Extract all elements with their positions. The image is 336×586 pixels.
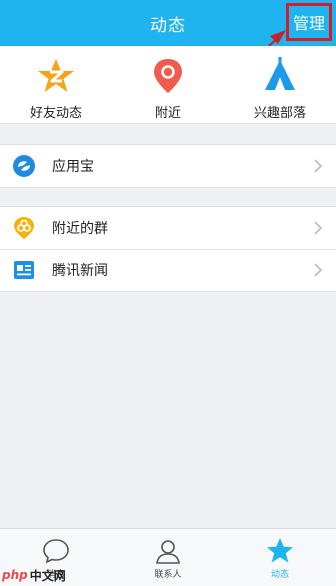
list-item-nearby-groups[interactable]: 附近的群 bbox=[0, 207, 336, 249]
manage-button-label: 管理 bbox=[292, 14, 325, 33]
app-store-icon bbox=[12, 154, 36, 178]
list-item-label: 应用宝 bbox=[52, 159, 94, 175]
tab-label: 联系人 bbox=[154, 570, 182, 580]
watermark-text: 中文网 bbox=[29, 568, 66, 583]
tab-feeds[interactable]: 动态 bbox=[224, 529, 336, 586]
qzone-star-icon bbox=[36, 56, 76, 96]
list-item-tencent-news[interactable]: 腾讯新闻 bbox=[0, 249, 336, 291]
quick-item-label: 兴趣部落 bbox=[253, 106, 306, 121]
watermark-brand: php bbox=[2, 568, 28, 582]
chevron-right-icon bbox=[314, 159, 323, 173]
nearby-group-icon bbox=[12, 216, 36, 240]
contacts-icon bbox=[153, 536, 183, 566]
location-pin-icon bbox=[148, 56, 188, 96]
watermark: php 中文网 bbox=[2, 566, 66, 584]
quick-item-tribe[interactable]: 兴趣部落 bbox=[224, 46, 336, 123]
quick-item-friend-feeds[interactable]: 好友动态 bbox=[0, 46, 112, 123]
news-icon bbox=[12, 258, 36, 282]
chevron-right-icon bbox=[314, 221, 323, 235]
quick-item-label: 好友动态 bbox=[29, 106, 82, 121]
list-group-apps: 应用宝 bbox=[0, 144, 336, 188]
tab-label: 动态 bbox=[270, 570, 289, 580]
quick-entry-row: 好友动态 附近 兴趣部落 bbox=[0, 46, 336, 124]
manage-button[interactable]: 管理 bbox=[286, 3, 332, 41]
list-item-label: 腾讯新闻 bbox=[52, 263, 108, 279]
star-icon bbox=[265, 536, 295, 566]
chat-bubble-icon bbox=[41, 536, 71, 566]
tribe-tent-icon bbox=[260, 56, 300, 96]
list-item-label: 附近的群 bbox=[52, 221, 108, 237]
list-item-app-store[interactable]: 应用宝 bbox=[0, 145, 336, 187]
tab-contacts[interactable]: 联系人 bbox=[112, 529, 224, 586]
page-title: 动态 bbox=[150, 15, 186, 36]
list-group-services: 附近的群 腾讯新闻 bbox=[0, 206, 336, 292]
chevron-right-icon bbox=[314, 263, 323, 277]
top-bar: 动态 管理 bbox=[0, 0, 336, 46]
quick-item-label: 附近 bbox=[154, 106, 181, 121]
quick-item-nearby[interactable]: 附近 bbox=[112, 46, 224, 123]
